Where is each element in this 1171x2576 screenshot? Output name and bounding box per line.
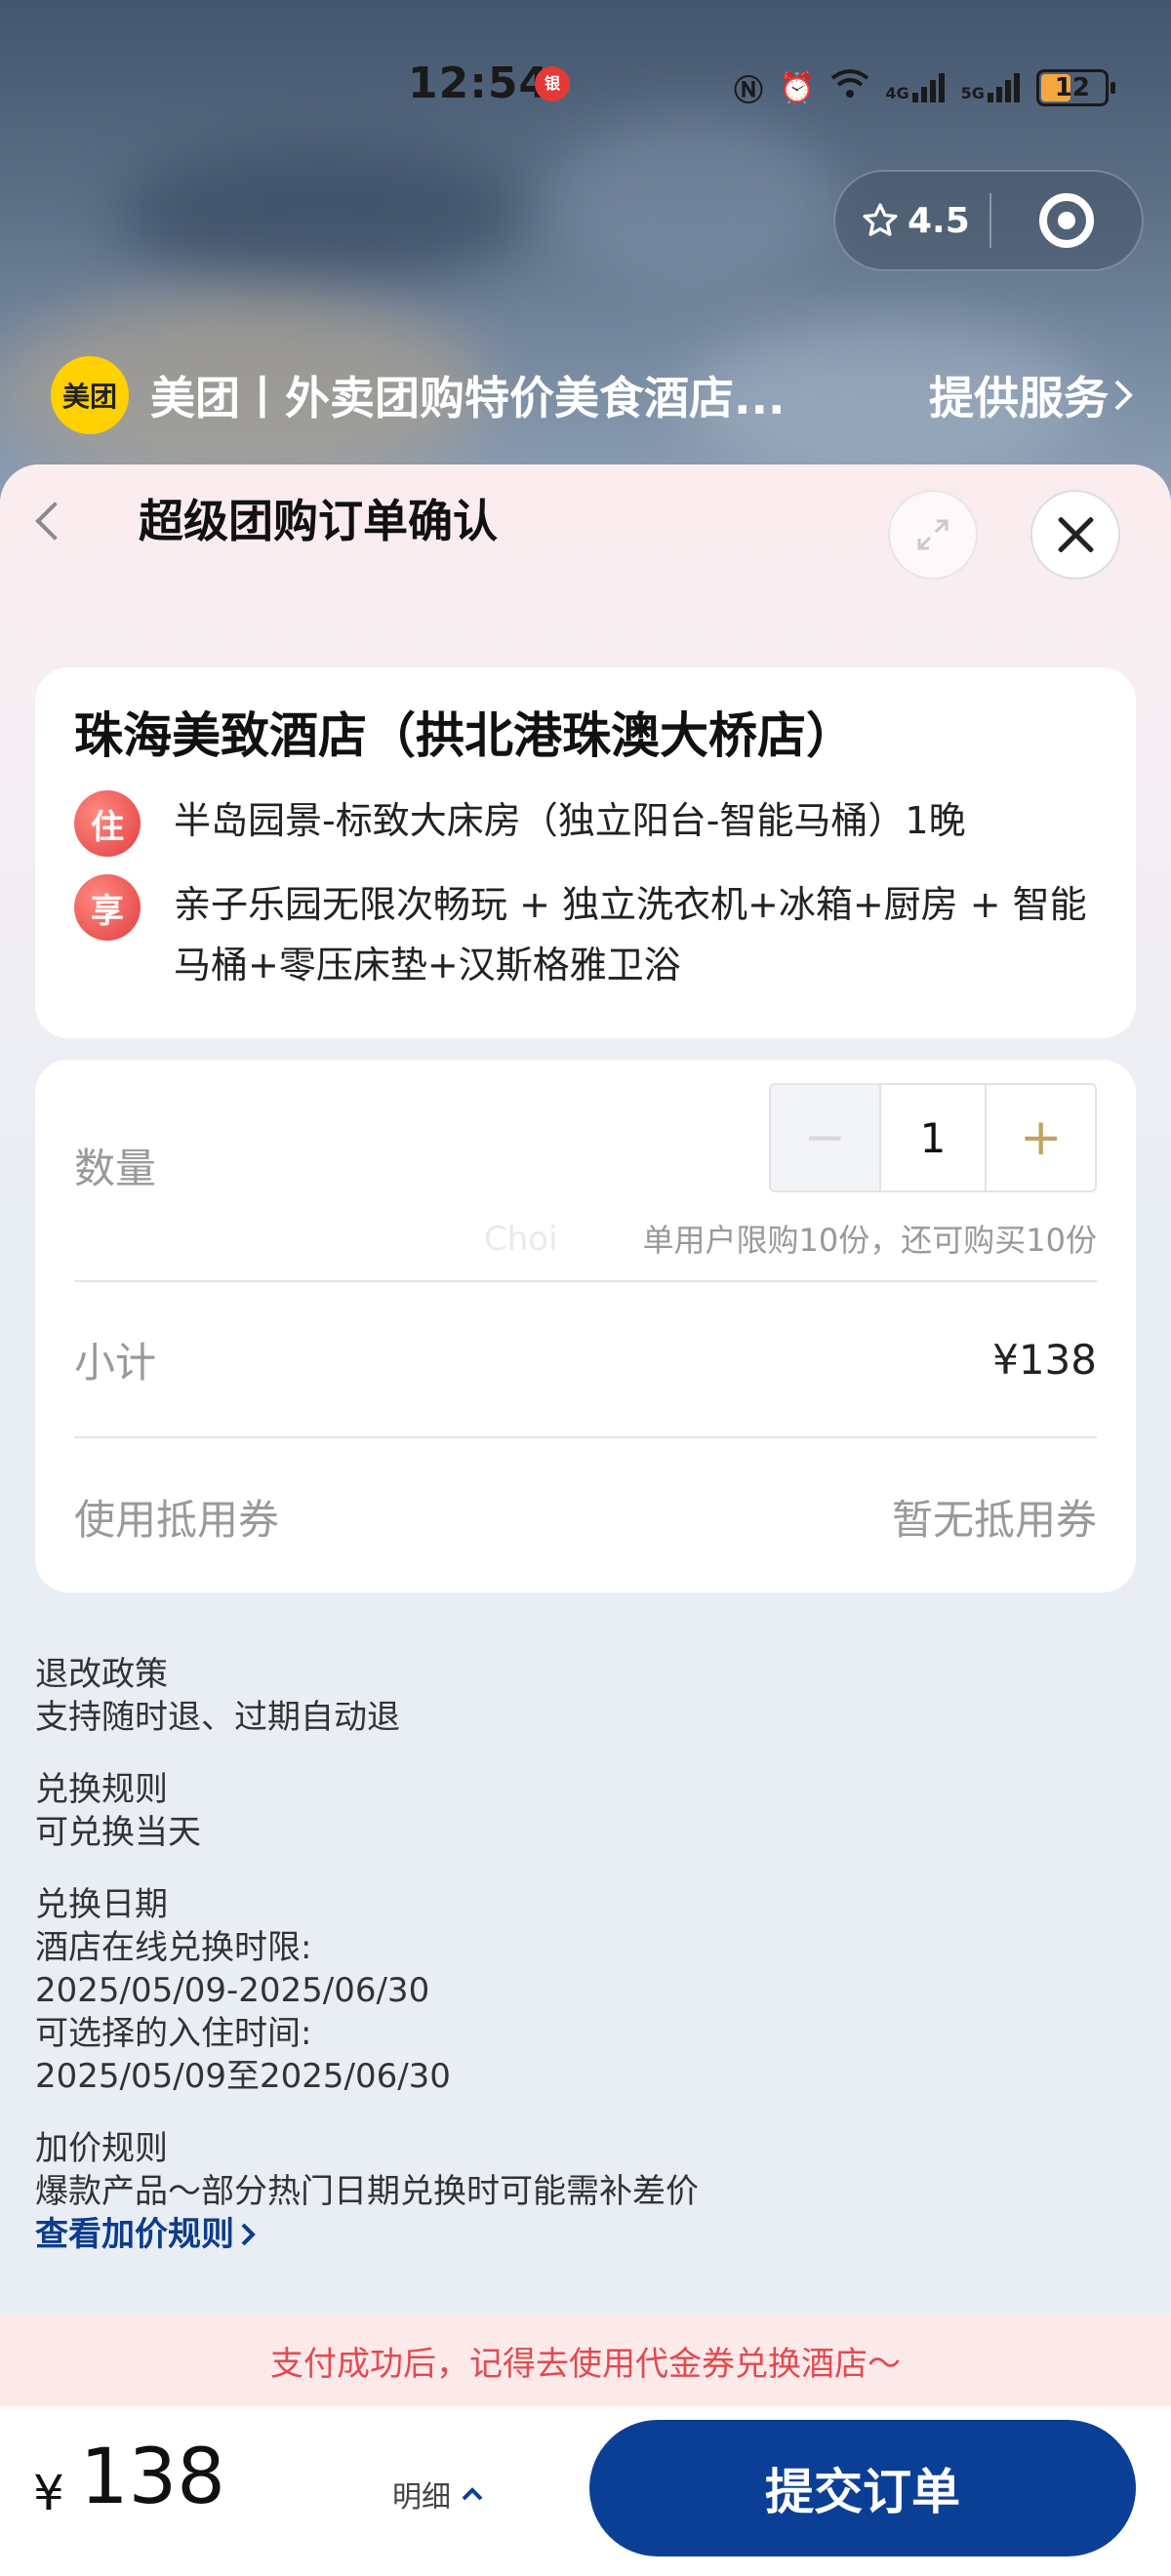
exchange-rule-text: 可兑换当天: [35, 1813, 201, 1852]
room-description: 半岛园景-标致大床房（独立阳台-智能马桶）1晚: [174, 799, 966, 842]
meituan-logo: 美团: [51, 356, 129, 434]
increase-quantity-button[interactable]: +: [987, 1085, 1095, 1190]
room-line: 住 半岛园景-标致大床房（独立阳台-智能马桶）1晚: [74, 790, 1097, 857]
quantity-value[interactable]: 1: [878, 1085, 988, 1190]
hotel-name: 珠海美致酒店（拱北港珠澳大桥店）: [74, 707, 855, 764]
purchase-limit-hint: 单用户限购10份，还可购买10份: [642, 1222, 1097, 1259]
checkin-date-line: 可选择的入住时间:: [35, 2014, 312, 2053]
perks-description: 亲子乐园无限次畅玩 + 独立洗衣机+冰箱+厨房 + 智能马桶+零压床垫+汉斯格雅…: [174, 883, 1087, 986]
exit-mini-program-button[interactable]: [991, 193, 1142, 248]
view-surcharge-rule-link[interactable]: 查看加价规则: [35, 2213, 256, 2256]
currency-symbol: ¥: [33, 2465, 64, 2521]
watermark: Choi: [484, 1220, 558, 1259]
checkin-date-line: 2025/05/09至2025/06/30: [35, 2057, 451, 2096]
submit-order-button[interactable]: 提交订单: [589, 2420, 1136, 2556]
exchange-rule-title: 兑换规则: [35, 1770, 168, 1809]
coupon-row[interactable]: 使用抵用券 暂无抵用券: [74, 1438, 1097, 1594]
battery-icon: 12: [1035, 69, 1115, 106]
refund-policy-title: 退改政策: [35, 1655, 168, 1694]
checkout-bar: ¥ 138 明细 提交订单: [0, 2406, 1171, 2576]
nfc-icon: Ⓝ: [734, 74, 763, 108]
expand-button[interactable]: [888, 490, 978, 580]
exchange-date-title: 兑换日期: [35, 1885, 168, 1924]
exchange-date-line: 酒店在线兑换时限:: [35, 1928, 312, 1967]
quantity-stepper[interactable]: − 1 +: [769, 1083, 1097, 1192]
policy-section: 退改政策 支持随时退、过期自动退 兑换规则 可兑换当天 兑换日期 酒店在线兑换时…: [35, 1653, 1136, 2285]
close-icon: [1054, 513, 1097, 556]
quantity-row: 数量 − 1 + Choi 单用户限购10份，还可购买10份: [74, 1060, 1097, 1282]
mini-program-capsule: 4.5: [833, 170, 1144, 271]
chevron-up-icon: [462, 2487, 483, 2501]
subtotal-row: 小计 ¥138: [74, 1282, 1097, 1438]
order-details-card: 数量 − 1 + Choi 单用户限购10份，还可购买10份 小计 ¥138 使…: [35, 1060, 1136, 1592]
rating-button[interactable]: 4.5: [835, 201, 989, 241]
subtotal-value: ¥138: [992, 1335, 1097, 1384]
provider-service-link[interactable]: 提供服务: [929, 363, 1134, 427]
chevron-right-icon: [241, 2223, 256, 2246]
target-icon: [1039, 193, 1095, 248]
surcharge-rule-title: 加价规则: [35, 2129, 168, 2168]
page-title: 超级团购订单确认: [139, 495, 498, 547]
hotel-card: 珠海美致酒店（拱北港珠澳大桥店） 住 半岛园景-标致大床房（独立阳台-智能马桶）…: [35, 667, 1136, 1038]
provider-name: 美团丨外卖团购特价美食酒店...: [150, 372, 786, 424]
payment-tip-banner: 支付成功后，记得去使用代金券兑换酒店～: [0, 2314, 1171, 2406]
coupon-value: 暂无抵用券: [891, 1495, 1097, 1544]
subtotal-label: 小计: [74, 1338, 157, 1387]
close-button[interactable]: [1030, 490, 1120, 580]
mini-program-header: 12:54 银 Ⓝ ⏰ 4G 5G 12 4.5 美团 美团丨外卖团购特价美食酒…: [0, 0, 1171, 507]
decrease-quantity-button[interactable]: −: [771, 1085, 879, 1190]
expand-icon: [917, 519, 949, 550]
wifi-icon: [830, 68, 869, 107]
perks-line: 享 亲子乐园无限次畅玩 + 独立洗衣机+冰箱+厨房 + 智能马桶+零压床垫+汉斯…: [74, 874, 1097, 995]
coupon-label: 使用抵用券: [74, 1495, 280, 1544]
price-detail-toggle[interactable]: 明细: [392, 2473, 484, 2516]
stay-tag-icon: 住: [74, 790, 141, 857]
surcharge-rule-text: 爆款产品～部分热门日期兑换时可能需补差价: [35, 2172, 699, 2211]
back-button[interactable]: [33, 494, 72, 548]
alarm-icon: ⏰: [779, 70, 816, 105]
status-bar: 12:54 银 Ⓝ ⏰ 4G 5G 12: [0, 39, 1171, 137]
bank-notification-icon: 银: [535, 66, 570, 101]
exchange-date-line: 2025/05/09-2025/06/30: [35, 1971, 430, 2010]
signal-5g-icon: 5G: [961, 73, 1021, 102]
total-price: 138: [80, 2434, 225, 2521]
service-provider-row[interactable]: 美团 美团丨外卖团购特价美食酒店... 提供服务: [51, 353, 1134, 437]
order-confirm-sheet: 超级团购订单确认 珠海美致酒店（拱北港珠澳大桥店） 住 半岛园景-标致大床房（独…: [0, 464, 1171, 2576]
chevron-right-icon: [1114, 380, 1133, 411]
signal-4g-icon: 4G: [885, 73, 945, 102]
star-icon: [863, 203, 898, 236]
rating-value: 4.5: [908, 200, 970, 241]
refund-policy-text: 支持随时退、过期自动退: [35, 1698, 400, 1737]
clock: 12:54: [408, 59, 550, 108]
quantity-label: 数量: [74, 1145, 157, 1192]
perk-tag-icon: 享: [74, 874, 141, 941]
